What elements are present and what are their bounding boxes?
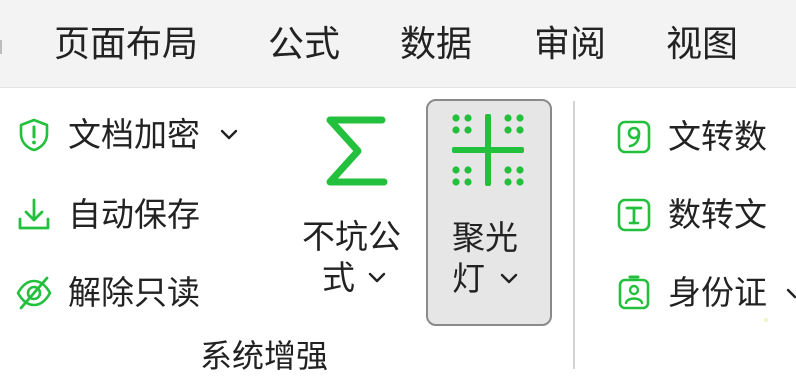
encrypt-document-label: 文档加密	[68, 115, 200, 154]
spotlight-label-line1: 聚光	[452, 218, 518, 257]
menu-bar-edge	[0, 40, 6, 54]
group-divider	[573, 101, 575, 369]
id-card-label: 身份证	[668, 273, 767, 312]
auto-save-label: 自动保存	[68, 195, 200, 234]
download-icon	[14, 195, 54, 235]
text-to-number-button[interactable]: 文转数	[614, 116, 767, 158]
id-badge-icon	[614, 273, 654, 313]
auto-save-button[interactable]: 自动保存	[14, 194, 200, 236]
menu-review[interactable]: 审阅	[534, 22, 606, 68]
menu-page-layout[interactable]: 页面布局	[54, 22, 198, 68]
menu-data[interactable]: 数据	[400, 22, 472, 68]
text-to-number-label: 文转数	[668, 117, 767, 156]
overflow-chevron-icon[interactable]	[786, 284, 796, 304]
encrypt-document-button[interactable]: 文档加密	[14, 114, 240, 156]
group-label-system-enhance: 系统增强	[200, 337, 329, 375]
remove-readonly-button[interactable]: 解除只读	[14, 272, 200, 314]
number-to-text-label: 数转文	[668, 195, 767, 234]
remove-readonly-label: 解除只读	[68, 273, 200, 312]
spotlight-chevron-down-icon[interactable]	[500, 269, 522, 291]
chevron-down-icon[interactable]	[218, 124, 240, 146]
menu-formulas[interactable]: 公式	[268, 22, 340, 68]
id-card-button[interactable]: 身份证	[614, 272, 767, 314]
menu-view[interactable]: 视图	[666, 22, 738, 68]
crosshair-grid-icon	[448, 110, 528, 190]
number-9-icon	[614, 117, 654, 157]
text-t-icon	[614, 195, 654, 235]
menu-bar: 页面布局 公式 数据 审阅 视图	[0, 0, 796, 88]
shield-alert-icon	[14, 115, 54, 155]
number-to-text-button[interactable]: 数转文	[614, 194, 767, 236]
formula-label-line2: 式	[322, 258, 355, 297]
decorative-dot	[764, 318, 768, 322]
sigma-icon	[322, 112, 392, 190]
spotlight-label-line2: 灯	[452, 259, 485, 298]
eye-slash-icon	[14, 273, 54, 313]
formula-label-line1: 不坑公	[302, 217, 401, 256]
formula-chevron-down-icon[interactable]	[368, 268, 390, 290]
